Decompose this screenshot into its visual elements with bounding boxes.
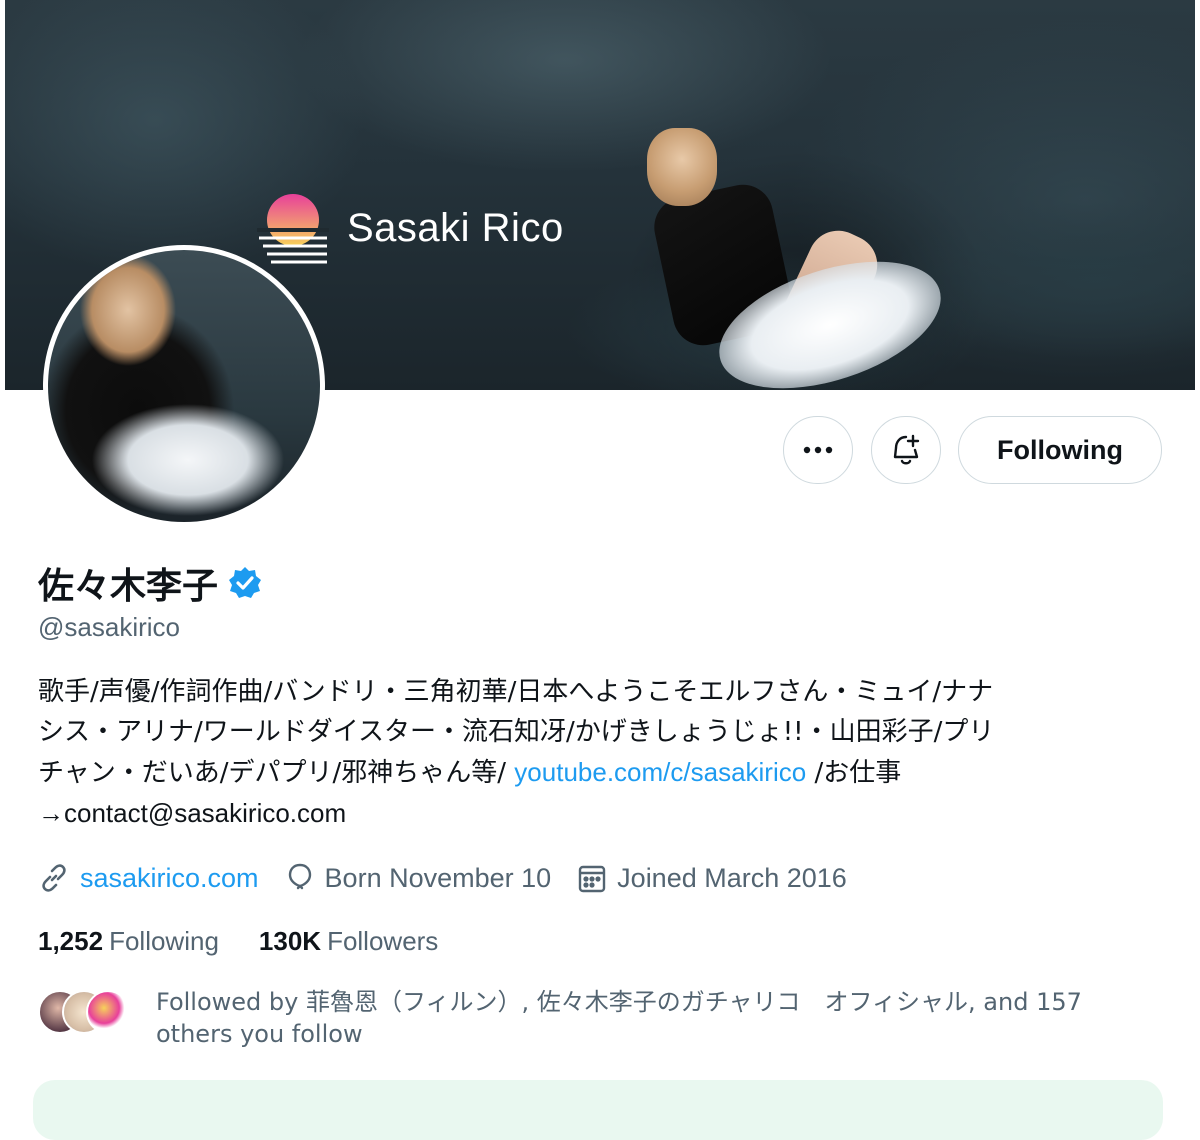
followed-by-line: others you follow	[156, 1020, 363, 1048]
bio-line: 歌手/声優/作詞作曲/バンドリ・三角初華/日本へようこそエルフさん・ミュイ/ナナ	[38, 677, 994, 707]
banner-logo-text: Sasaki Rico	[347, 205, 564, 250]
bio-line: チャン・だいあ/デパプリ/邪神ちゃん等/ youtube.com/c/sasak…	[38, 752, 1168, 793]
following-count-label: Following	[109, 926, 219, 956]
joined-text: Joined March 2016	[617, 862, 847, 893]
more-icon	[803, 446, 833, 454]
website-link[interactable]: sasakirico.com	[80, 863, 259, 894]
followed-by-row[interactable]: Followed by 菲魯恩（フィルン）, 佐々木李子のガチャリコ オフィシャ…	[38, 986, 1146, 1050]
profile-handle: @sasakirico	[38, 612, 180, 642]
website-item: sasakirico.com	[38, 862, 259, 894]
follower-avatar	[86, 990, 130, 1034]
followers-count-label: Followers	[327, 926, 439, 956]
bio-text: チャン・だいあ/デパプリ/邪神ちゃん等/	[38, 758, 515, 788]
info-card	[33, 1080, 1163, 1140]
banner-figure	[635, 120, 957, 390]
profile-bio: 歌手/声優/作詞作曲/バンドリ・三角初華/日本へようこそエルフさん・ミュイ/ナナ…	[38, 672, 1168, 833]
bio-text: /お仕事	[806, 758, 902, 788]
followers-count: 130K	[258, 926, 322, 956]
banner-logo: Sasaki Rico	[257, 192, 564, 264]
sun-logo-icon	[257, 194, 329, 264]
bio-line: →contact@sasakirico.com	[38, 798, 347, 828]
birthday-text: Born November 10	[324, 862, 552, 893]
balloon-icon	[288, 863, 311, 890]
followed-by-line: Followed by 菲魯恩（フィルン）, 佐々木李子のガチャリコ オフィシャ…	[156, 988, 1082, 1016]
name-row: 佐々木李子	[38, 557, 262, 609]
followed-by-avatars	[38, 986, 138, 1036]
more-button[interactable]	[783, 416, 853, 484]
followers-count-link[interactable]: 130K Followers	[259, 926, 438, 957]
follow-counts: 1,252 Following 130K Followers	[38, 926, 478, 957]
bell-plus-icon	[893, 434, 920, 465]
calendar-icon	[578, 865, 606, 893]
verified-badge-icon[interactable]	[228, 566, 262, 600]
followed-by-text: Followed by 菲魯恩（フィルン）, 佐々木李子のガチャリコ オフィシャ…	[156, 986, 1146, 1050]
profile-page: Sasaki Rico Following 佐々木李子 @sasakirico …	[5, 0, 1195, 1140]
bio-line: シス・アリナ/ワールドダイスター・流石知冴/かげきしょうじょ!!・山田彩子/プリ	[38, 717, 995, 747]
joined-item: Joined March 2016	[577, 862, 847, 894]
following-count: 1,252	[38, 926, 104, 956]
birthday-item: Born November 10	[285, 862, 552, 894]
display-name: 佐々木李子	[38, 566, 219, 607]
link-icon	[42, 864, 66, 892]
following-button[interactable]: Following	[958, 416, 1162, 484]
profile-meta: sasakirico.com Born November 10 Joined M…	[38, 862, 873, 894]
profile-avatar[interactable]	[43, 245, 325, 527]
following-count-link[interactable]: 1,252 Following	[38, 926, 219, 957]
notifications-button[interactable]	[871, 416, 941, 484]
bio-youtube-link[interactable]: youtube.com/c/sasakirico	[514, 757, 806, 787]
